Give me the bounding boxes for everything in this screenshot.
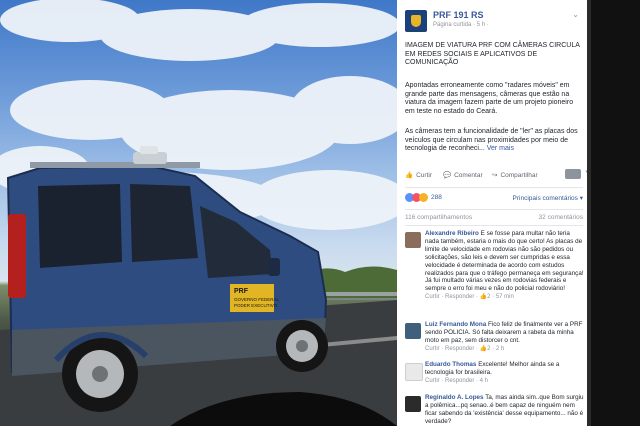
vehicle-label-title: PRF	[234, 288, 249, 295]
comment-author[interactable]: Eduardo Thomas	[425, 361, 476, 368]
comment-meta[interactable]: Curtir · Responder · 👍2 · 57 min	[425, 294, 585, 302]
comment-sort-dropdown[interactable]: Principais comentários ▾	[513, 194, 583, 202]
avatar[interactable]	[405, 363, 423, 381]
wow-reaction-icon[interactable]	[419, 193, 428, 202]
avatar[interactable]	[405, 396, 421, 412]
comment-icon: 💬	[443, 172, 452, 179]
vehicle-label-line2: PODER EXECUTIVO	[234, 303, 278, 308]
post-headline: IMAGEM DE VIATURA PRF COM CÂMERAS CIRCUL…	[405, 42, 580, 67]
vehicle-photo: PRF GOVERNO FEDERAL PODER EXECUTIVO	[0, 0, 397, 426]
comments-count[interactable]: 32 comentários	[539, 214, 583, 221]
post-paragraph-1: Apontadas erroneamente como "radares móv…	[405, 82, 574, 115]
post-subtitle: Página curtida · 5 h ·	[433, 22, 489, 28]
comment-meta[interactable]: Curtir · Responder · 4 h	[425, 378, 585, 386]
share-label: Compartilhar	[500, 172, 538, 179]
comment-meta[interactable]: Curtir · Responder · 👍2 · 2 h	[425, 346, 585, 354]
post-header: PRF 191 RS Página curtida · 5 h · ⌄	[405, 8, 581, 34]
shares-count[interactable]: 116 compartilhamentos	[405, 214, 472, 221]
reactions-bar: 288 Principais comentários ▾	[405, 193, 583, 205]
page-avatar[interactable]	[405, 10, 427, 32]
see-more-link[interactable]: Ver mais	[487, 145, 514, 152]
comment-body: Luiz Fernando Mona Fico feliz de finalme…	[425, 321, 585, 354]
divider	[405, 187, 583, 188]
reaction-count[interactable]: 288	[431, 194, 442, 201]
share-button[interactable]: ↪ Compartilhar	[492, 171, 538, 179]
post-photo[interactable]: PRF GOVERNO FEDERAL PODER EXECUTIVO	[0, 0, 397, 426]
right-backdrop	[587, 0, 640, 426]
prf-badge-icon	[411, 15, 421, 27]
post-paragraph-2: As câmeras tem a funcionalidade de "ler"…	[405, 128, 583, 154]
comment-author[interactable]: Reginaldo A. Lopes	[425, 394, 484, 401]
comment-author[interactable]: Alexandre Ribeiro	[425, 230, 479, 237]
page-name[interactable]: PRF 191 RS	[433, 10, 484, 20]
comment-text: E se fosse para multar não teria nada ta…	[425, 230, 584, 293]
comment-body: Reginaldo A. Lopes Ta, mas ainda sim..qu…	[425, 394, 585, 426]
comment-body: Eduardo Thomas Excelente! Melhor ainda s…	[425, 361, 585, 386]
avatar[interactable]	[405, 323, 421, 339]
like-label: Curtir	[416, 172, 432, 179]
avatar[interactable]	[405, 232, 421, 248]
post-panel: PRF 191 RS Página curtida · 5 h · ⌄ IMAG…	[397, 0, 587, 426]
comment-body: Alexandre Ribeiro E se fosse para multar…	[425, 230, 585, 302]
comment-label: Comentar	[454, 172, 483, 179]
comment-author[interactable]: Luiz Fernando Mona	[425, 321, 486, 328]
vehicle-label-line1: GOVERNO FEDERAL	[234, 297, 280, 302]
post-actions: 👍 Curtir 💬 Comentar ↪ Compartilhar	[405, 168, 587, 183]
chevron-down-icon[interactable]: ⌄	[572, 10, 579, 19]
scrollbar[interactable]	[587, 0, 591, 426]
comment-button[interactable]: 💬 Comentar	[443, 171, 483, 179]
post-as-selector[interactable]	[565, 168, 587, 179]
divider	[405, 209, 583, 210]
like-button[interactable]: 👍 Curtir	[405, 171, 432, 179]
divider	[405, 225, 583, 226]
share-icon: ↪	[492, 172, 498, 179]
thumbs-up-icon: 👍	[405, 172, 414, 179]
